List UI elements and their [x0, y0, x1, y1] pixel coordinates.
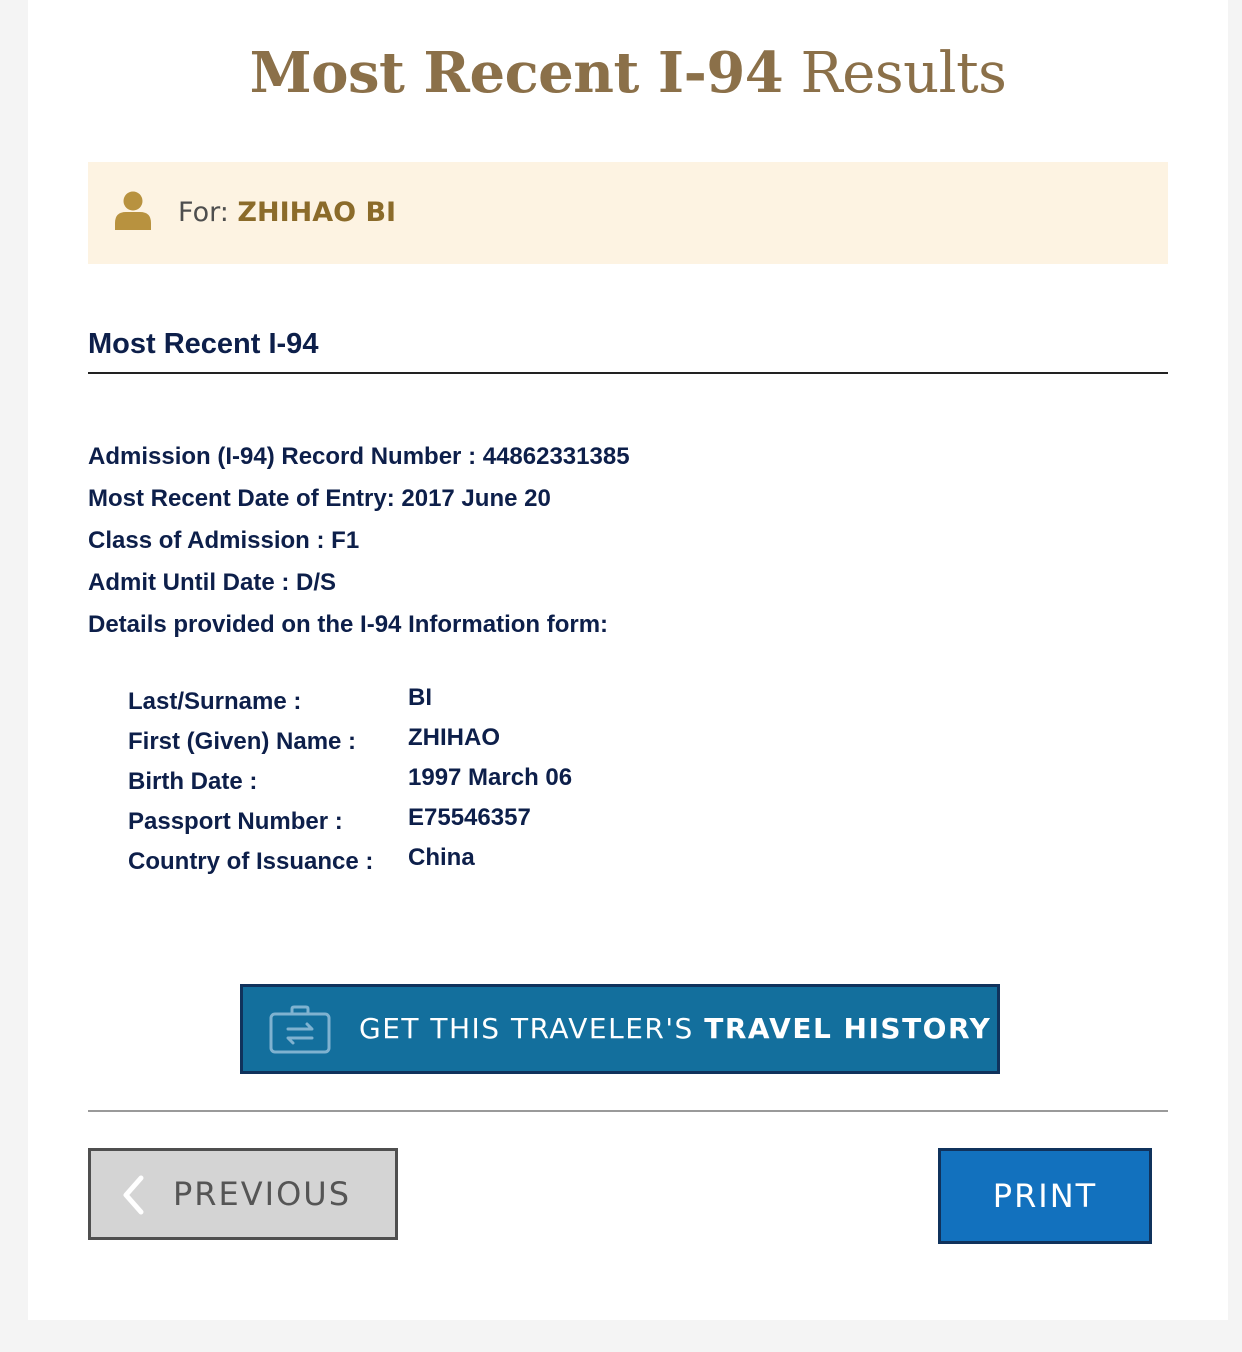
print-button[interactable]: PRINT	[938, 1148, 1152, 1244]
previous-label: PREVIOUS	[173, 1175, 351, 1213]
page-title-bold: Most Recent I-94	[249, 40, 784, 106]
section-divider	[88, 372, 1168, 374]
traveler-banner: For: ZHIHAO BI	[88, 162, 1168, 264]
travel-history-label-bold: TRAVEL HISTORY	[704, 1012, 992, 1045]
detail-label: Passport Number :	[128, 808, 343, 835]
page-title-normal: Results	[783, 41, 1007, 106]
travel-history-label-normal: GET THIS TRAVELER'S	[359, 1012, 705, 1045]
detail-label: Last/Surname :	[128, 688, 302, 715]
detail-label: Birth Date :	[128, 768, 258, 795]
traveler-for-text: For: ZHIHAO BI	[178, 194, 396, 232]
record-info: Admission (I-94) Record Number : 4486233…	[88, 436, 630, 646]
print-label: PRINT	[992, 1177, 1098, 1215]
travel-history-label: GET THIS TRAVELER'S TRAVEL HISTORY	[359, 987, 991, 1071]
chevron-left-icon	[123, 1175, 144, 1215]
briefcase-transfer-icon	[269, 1005, 331, 1054]
record-number-line: Admission (I-94) Record Number : 4486233…	[88, 443, 630, 470]
class-of-admission-line: Class of Admission : F1	[88, 527, 360, 554]
detail-value: BI	[408, 684, 432, 711]
travel-history-button[interactable]: GET THIS TRAVELER'S TRAVEL HISTORY	[240, 984, 1000, 1074]
detail-value: China	[408, 844, 475, 871]
section-heading: Most Recent I-94	[88, 328, 319, 360]
page-title: Most Recent I-94 Results	[28, 38, 1228, 109]
detail-value: 1997 March 06	[408, 764, 573, 791]
for-prefix: For:	[178, 197, 238, 228]
previous-button[interactable]: PREVIOUS	[88, 1148, 398, 1240]
admit-until-line: Admit Until Date : D/S	[88, 569, 337, 596]
detail-value: ZHIHAO	[408, 724, 500, 751]
entry-date-line: Most Recent Date of Entry: 2017 June 20	[88, 485, 551, 512]
results-card: Most Recent I-94 Results For: ZHIHAO BI …	[28, 0, 1228, 1320]
person-icon	[115, 191, 151, 230]
detail-label: First (Given) Name :	[128, 728, 357, 755]
detail-value: E75546357	[408, 804, 531, 831]
details-intro-line: Details provided on the I-94 Information…	[88, 611, 609, 638]
bottom-divider	[88, 1110, 1168, 1112]
traveler-name: ZHIHAO BI	[237, 197, 397, 228]
detail-label: Country of Issuance :	[128, 848, 374, 875]
